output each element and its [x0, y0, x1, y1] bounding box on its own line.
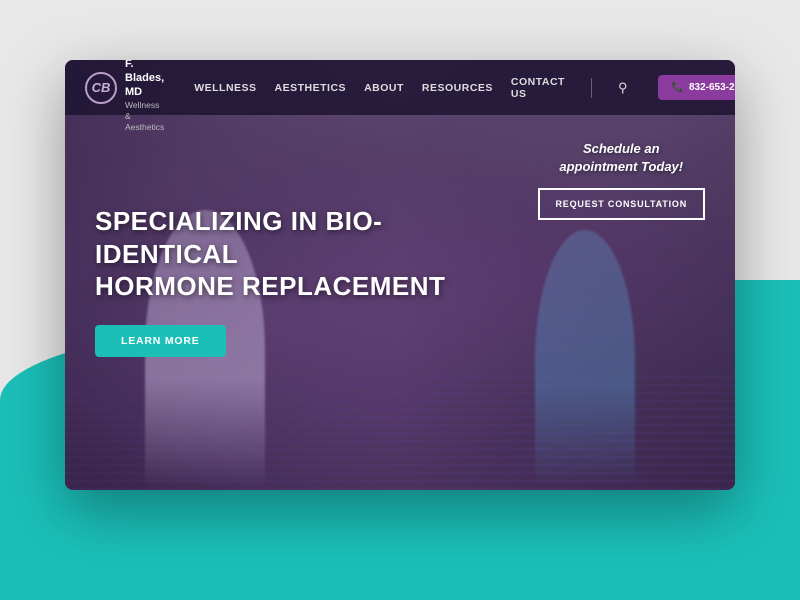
appointment-box: Schedule an appointment Today! REQUEST C…	[538, 140, 706, 220]
phone-number: 832-653-2946	[689, 82, 735, 93]
appointment-line2: appointment Today!	[559, 159, 683, 174]
hero-headline-line1: SPECIALIZING IN BIO-IDENTICAL	[95, 206, 382, 269]
nav-link-aesthetics[interactable]: AESTHETICS	[275, 82, 347, 94]
hero-section: CB Carrie F. Blades, MD Wellness & Aesth…	[65, 60, 735, 490]
logo-initials: CB	[92, 80, 111, 95]
appointment-text: Schedule an appointment Today!	[538, 140, 706, 176]
request-consultation-button[interactable]: REQUEST CONSULTATION	[538, 188, 706, 220]
phone-button[interactable]: 📞 832-653-2946	[658, 75, 736, 100]
logo-area[interactable]: CB Carrie F. Blades, MD Wellness & Aesth…	[85, 60, 164, 133]
nav-link-resources[interactable]: RESOURCES	[422, 82, 493, 94]
navbar: CB Carrie F. Blades, MD Wellness & Aesth…	[65, 60, 735, 115]
nav-link-contact[interactable]: CONTACT US	[511, 76, 565, 100]
nav-link-wellness[interactable]: WELLNESS	[194, 82, 256, 94]
nav-divider	[591, 78, 592, 98]
learn-more-button[interactable]: LEARN MORE	[95, 325, 226, 357]
hero-headline-line2: HORMONE REPLACEMENT	[95, 271, 445, 301]
logo-subtitle: Wellness & Aesthetics	[125, 100, 164, 133]
logo-text: Carrie F. Blades, MD Wellness & Aestheti…	[125, 60, 164, 133]
hero-headline: SPECIALIZING IN BIO-IDENTICAL HORMONE RE…	[95, 205, 485, 303]
logo-icon: CB	[85, 72, 117, 104]
appointment-line1: Schedule an	[583, 141, 660, 156]
phone-icon: 📞	[672, 82, 684, 93]
logo-name: Carrie F. Blades, MD	[125, 60, 164, 100]
browser-window: CB Carrie F. Blades, MD Wellness & Aesth…	[65, 60, 735, 490]
search-icon[interactable]: ⚲	[618, 80, 628, 96]
nav-link-about[interactable]: ABOUT	[364, 82, 404, 94]
nav-links: WELLNESS AESTHETICS ABOUT RESOURCES CONT…	[194, 75, 735, 100]
